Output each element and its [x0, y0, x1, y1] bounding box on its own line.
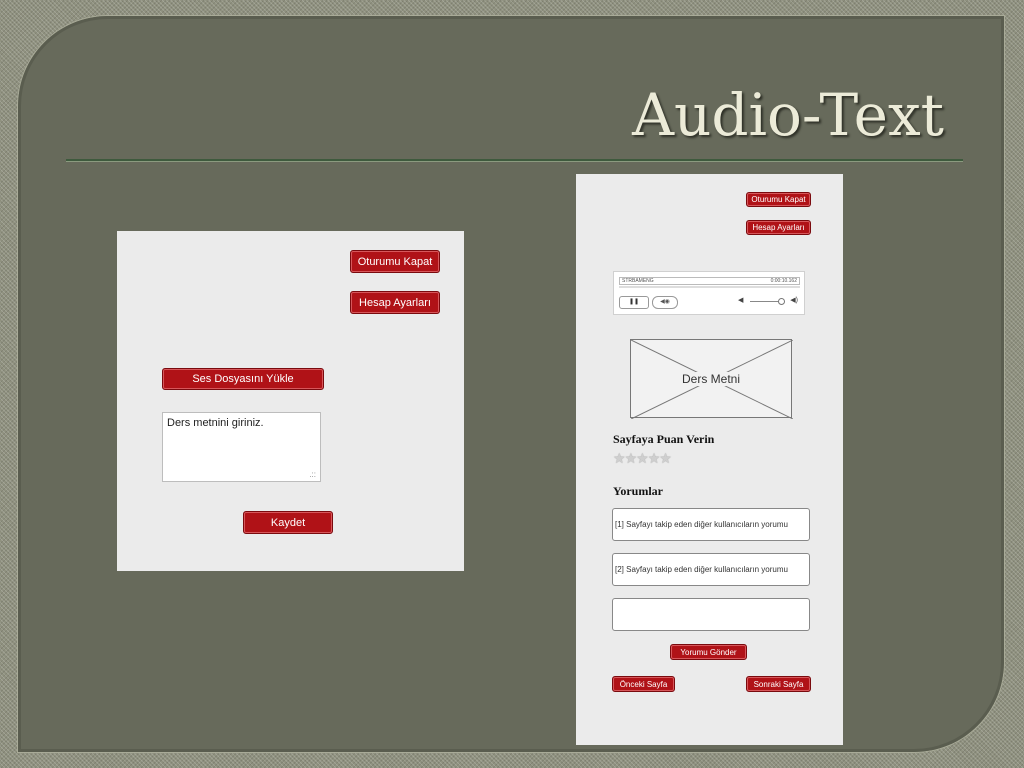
logout-button[interactable]: Oturumu Kapat — [350, 250, 440, 273]
upload-audio-button[interactable]: Ses Dosyasını Yükle — [162, 368, 324, 390]
stop-icon[interactable]: ◀◉ — [652, 296, 678, 309]
rating-heading: Sayfaya Puan Verin — [613, 432, 715, 446]
new-comment-input[interactable] — [612, 598, 810, 631]
slide-title: Audio-Text — [632, 81, 944, 149]
previous-page-button[interactable]: Önceki Sayfa — [612, 676, 675, 692]
star-rating[interactable]: ★★★★★ — [613, 450, 672, 467]
comments-heading: Yorumlar — [613, 484, 663, 498]
logout-button[interactable]: Oturumu Kapat — [746, 192, 811, 207]
lesson-text-value: Ders metnini giriniz. — [167, 417, 264, 429]
player-time: 0:00:10.162 — [770, 278, 797, 284]
pause-icon[interactable]: ❚❚ — [619, 296, 649, 309]
star-icon[interactable]: ★ — [625, 450, 638, 466]
resize-handle-icon[interactable]: .:: — [309, 470, 316, 479]
audio-player: STRBAMENG 0:00:10.162 ❚❚ ◀◉ ◀ ◀) — [613, 271, 805, 315]
volume-control[interactable]: ◀ ◀) — [738, 296, 798, 307]
account-settings-button[interactable]: Hesap Ayarları — [746, 220, 811, 235]
comment-item: [1] Sayfayı takip eden diğer kullanıcıla… — [612, 508, 810, 541]
lesson-page-mockup: Oturumu Kapat Hesap Ayarları STRBAMENG 0… — [576, 174, 843, 745]
player-progress-bar[interactable] — [619, 286, 800, 288]
next-page-button[interactable]: Sonraki Sayfa — [746, 676, 811, 692]
placeholder-label: Ders Metni — [678, 371, 743, 386]
star-icon[interactable]: ★ — [648, 450, 661, 466]
volume-high-icon: ◀) — [790, 297, 798, 304]
lesson-text-input[interactable]: Ders metnini giriniz. .:: — [162, 412, 321, 482]
star-icon[interactable]: ★ — [613, 450, 626, 466]
player-track-info: STRBAMENG 0:00:10.162 — [619, 277, 800, 285]
volume-slider-knob[interactable] — [778, 298, 785, 305]
star-icon[interactable]: ★ — [659, 450, 672, 466]
upload-mockup: Oturumu Kapat Hesap Ayarları Ses Dosyası… — [117, 231, 464, 571]
lesson-text-image-placeholder: Ders Metni — [630, 339, 793, 419]
submit-comment-button[interactable]: Yorumu Gönder — [670, 644, 747, 660]
save-button[interactable]: Kaydet — [243, 511, 333, 534]
player-track-name: STRBAMENG — [622, 278, 654, 284]
slide: Audio-Text Oturumu Kapat Hesap Ayarları … — [18, 16, 1004, 752]
account-settings-button[interactable]: Hesap Ayarları — [350, 291, 440, 314]
comment-item: [2] Sayfayı takip eden diğer kullanıcıla… — [612, 553, 810, 586]
star-icon[interactable]: ★ — [636, 450, 649, 466]
title-divider — [66, 159, 963, 161]
volume-low-icon: ◀ — [738, 297, 744, 304]
